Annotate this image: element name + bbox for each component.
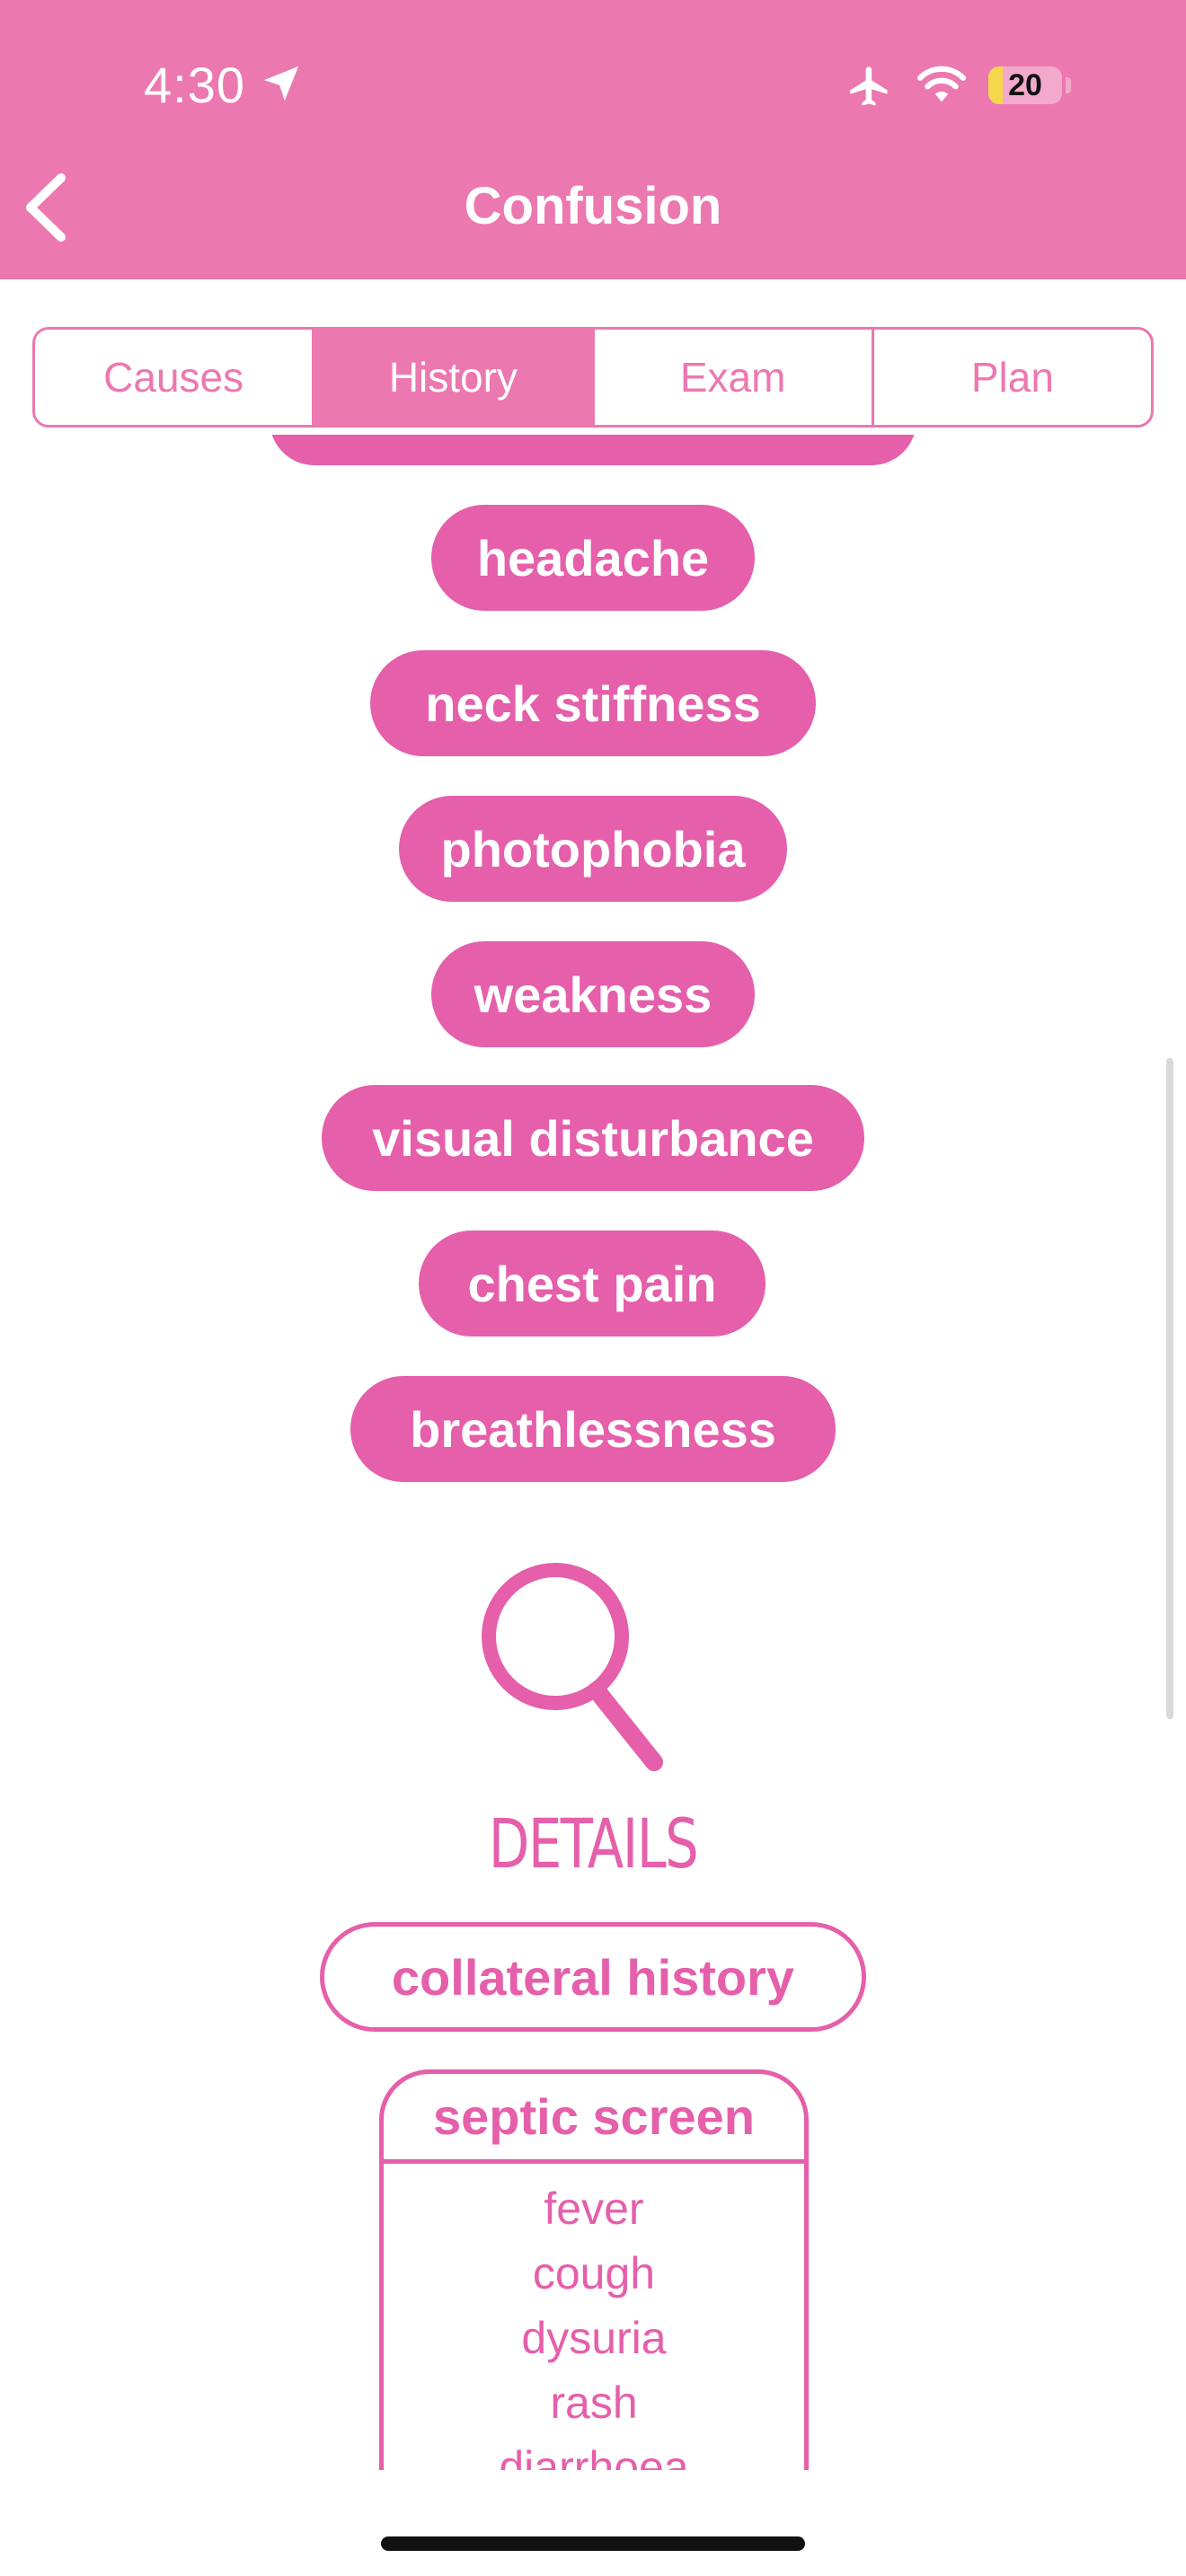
symptom-pill[interactable]: weakness xyxy=(431,941,755,1047)
symptom-pill[interactable]: breathlessness xyxy=(350,1376,836,1482)
symptom-pill-partial[interactable] xyxy=(270,435,916,465)
list-item: dysuria xyxy=(521,2313,667,2363)
list-item: diarrhoea xyxy=(499,2442,689,2470)
tab-history[interactable]: History xyxy=(314,330,595,425)
symptom-pill[interactable]: neck stiffness xyxy=(370,650,816,756)
symptom-pill[interactable]: chest pain xyxy=(419,1231,766,1337)
home-indicator[interactable] xyxy=(381,2536,805,2551)
tab-exam[interactable]: Exam xyxy=(595,330,874,425)
tab-causes[interactable]: Causes xyxy=(35,330,315,425)
page-title: Confusion xyxy=(464,177,722,235)
scrollbar[interactable] xyxy=(1166,1058,1173,1719)
wifi-icon xyxy=(916,66,967,102)
list-item: cough xyxy=(532,2248,656,2298)
list-item: fever xyxy=(544,2183,644,2234)
location-arrow-icon xyxy=(263,66,299,101)
symptom-pill[interactable]: photophobia xyxy=(399,796,787,902)
tab-bar: Causes History Exam Plan xyxy=(32,327,1154,428)
details-heading: DETAILS xyxy=(488,1804,699,1883)
list-item: rash xyxy=(550,2378,638,2428)
septic-screen-card[interactable]: septic screen fever cough dysuria rash d… xyxy=(379,2069,809,2470)
airplane-icon xyxy=(850,66,888,106)
history-content[interactable]: headache neck stiffness photophobia weak… xyxy=(0,435,1186,2470)
tab-plan[interactable]: Plan xyxy=(874,330,1151,425)
battery-level: 20 xyxy=(1008,68,1042,102)
septic-screen-list: fever cough dysuria rash diarrhoea xyxy=(384,2164,804,2470)
nav-header: 4:30 20 Confusion xyxy=(0,0,1186,279)
battery-tip xyxy=(1066,77,1071,93)
magnifier-icon xyxy=(482,1563,663,1771)
status-time: 4:30 xyxy=(144,57,245,113)
septic-screen-title: septic screen xyxy=(384,2074,804,2164)
collateral-history-button[interactable]: collateral history xyxy=(320,1922,866,2032)
symptom-pill[interactable]: visual disturbance xyxy=(322,1085,864,1191)
battery-icon: 20 xyxy=(988,66,1062,104)
symptom-pill[interactable]: headache xyxy=(431,505,755,611)
